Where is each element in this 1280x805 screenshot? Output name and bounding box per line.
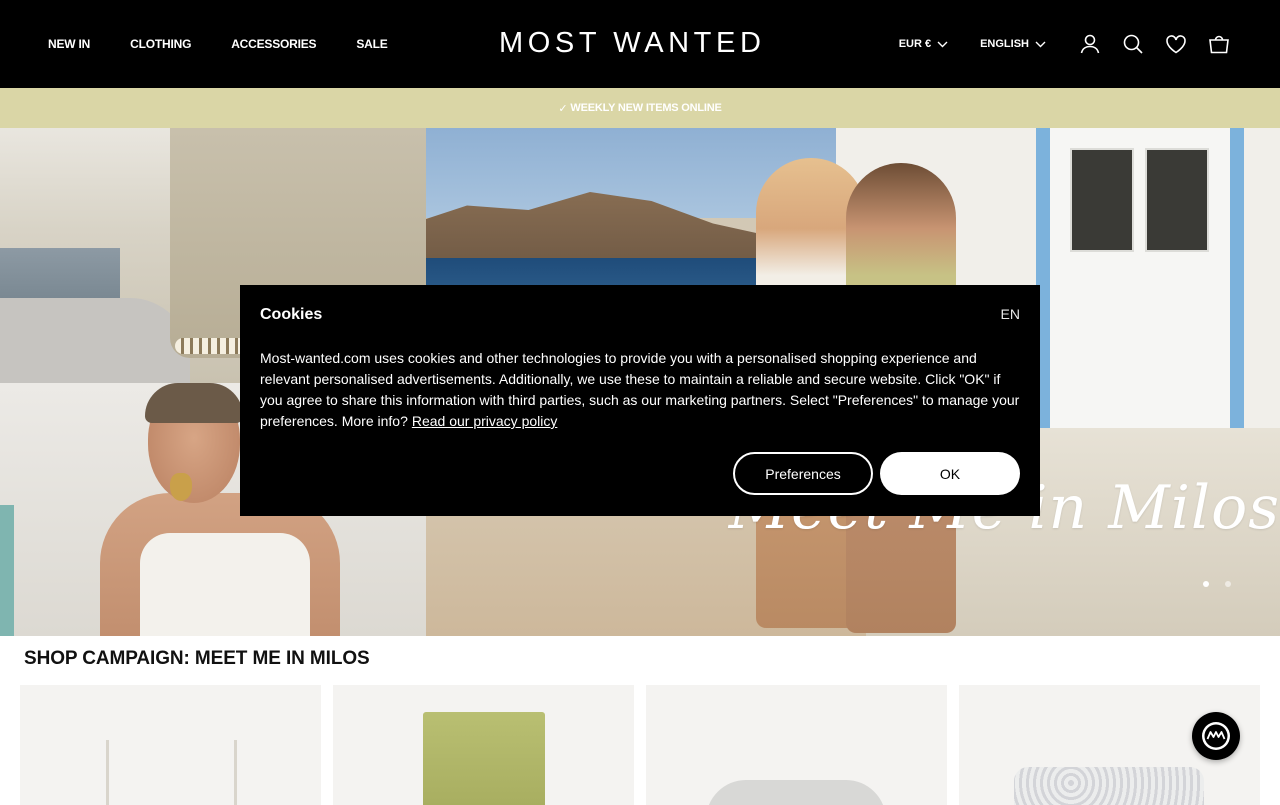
currency-label: EUR € <box>898 38 932 50</box>
currency-selector[interactable]: EUR € <box>899 38 948 50</box>
cookie-title: Cookies <box>260 306 323 323</box>
search-icon <box>1123 34 1143 54</box>
account-button[interactable] <box>1077 31 1103 57</box>
product-card[interactable] <box>333 685 634 805</box>
cart-button[interactable] <box>1206 31 1232 57</box>
cookie-body-text: Most-wanted.com uses cookies and other t… <box>260 350 1020 429</box>
nav-accessories[interactable]: ACCESSORIES <box>231 37 316 51</box>
language-label: ENGLISH <box>980 38 1029 50</box>
product-image <box>706 780 886 805</box>
cookie-language-toggle[interactable]: EN <box>1001 306 1020 322</box>
header-actions: EUR € ENGLISH <box>899 0 1232 88</box>
product-image <box>1014 767 1204 805</box>
main-nav: NEW IN CLOTHING ACCESSORIES SALE <box>48 0 388 88</box>
cookie-dialog: Cookies EN Most-wanted.com uses cookies … <box>240 285 1040 516</box>
chat-logo-icon <box>1202 722 1230 750</box>
account-icon <box>1080 34 1100 54</box>
carousel-dots <box>1203 581 1231 587</box>
chat-button[interactable] <box>1192 712 1240 760</box>
search-button[interactable] <box>1120 31 1146 57</box>
announcement-text: WEEKLY NEW ITEMS ONLINE <box>570 102 722 114</box>
nav-clothing[interactable]: CLOTHING <box>130 37 191 51</box>
product-image <box>106 740 109 805</box>
product-card[interactable] <box>20 685 321 805</box>
announcement-bar[interactable]: ✓ WEEKLY NEW ITEMS ONLINE <box>0 88 1280 128</box>
check-icon: ✓ <box>558 102 568 115</box>
carousel-dot-2[interactable] <box>1225 581 1231 587</box>
chevron-down-icon <box>1035 41 1046 47</box>
heart-icon <box>1166 35 1186 54</box>
ok-button[interactable]: OK <box>880 452 1020 495</box>
product-image <box>423 712 545 805</box>
site-header: NEW IN CLOTHING ACCESSORIES SALE MOST WA… <box>0 0 1280 88</box>
site-logo[interactable]: MOST WANTED <box>499 26 781 60</box>
privacy-policy-link[interactable]: Read our privacy policy <box>412 413 558 429</box>
product-image-strap <box>234 740 237 805</box>
cookie-message: Most-wanted.com uses cookies and other t… <box>260 348 1025 432</box>
chevron-down-icon <box>937 41 948 47</box>
wishlist-button[interactable] <box>1163 31 1189 57</box>
section-title: SHOP CAMPAIGN: MEET ME IN MILOS <box>24 648 370 669</box>
language-selector[interactable]: ENGLISH <box>980 38 1046 50</box>
nav-new-in[interactable]: NEW IN <box>48 37 90 51</box>
preferences-button[interactable]: Preferences <box>733 452 873 495</box>
carousel-dot-1[interactable] <box>1203 581 1209 587</box>
product-grid <box>20 685 1260 805</box>
nav-sale[interactable]: SALE <box>356 37 387 51</box>
cart-icon <box>1209 35 1229 54</box>
product-card[interactable] <box>646 685 947 805</box>
